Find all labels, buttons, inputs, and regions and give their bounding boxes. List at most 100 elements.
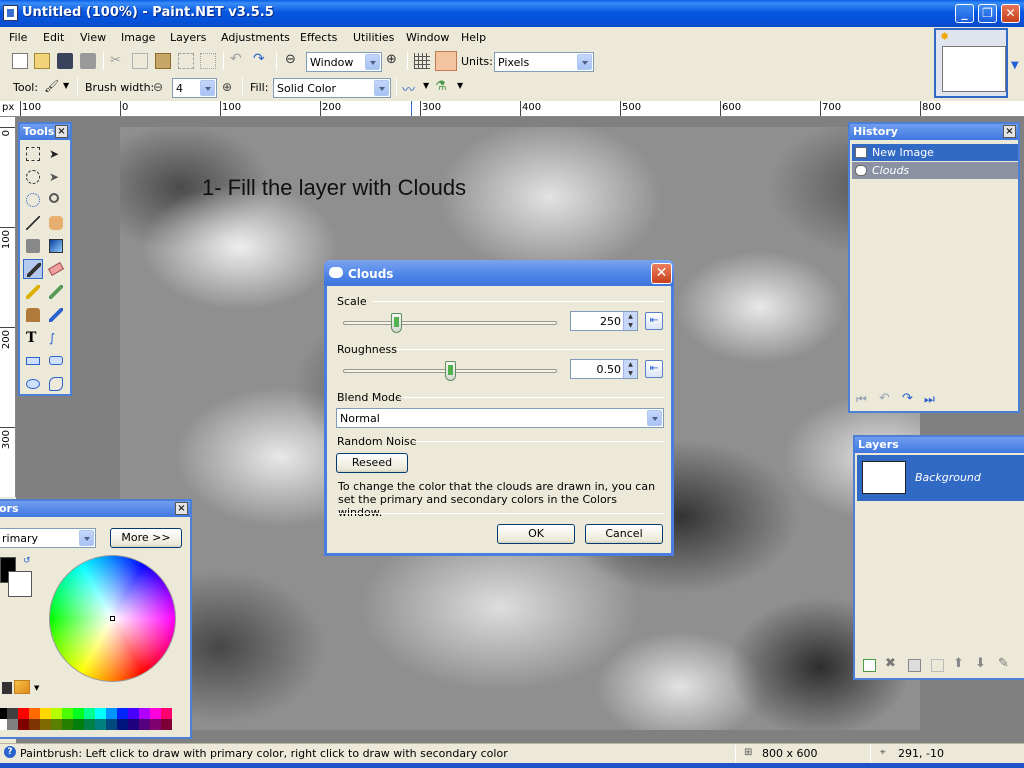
add-layer-icon[interactable] xyxy=(863,659,876,672)
spin-up-icon[interactable]: ▲ xyxy=(623,312,637,321)
menu-effects[interactable]: Effects xyxy=(300,31,337,44)
history-item[interactable]: New Image xyxy=(852,144,1018,161)
menu-image[interactable]: Image xyxy=(121,31,155,44)
spin-down-icon[interactable]: ▼ xyxy=(623,369,637,378)
crop-to-selection-icon[interactable] xyxy=(178,53,194,69)
menu-view[interactable]: View xyxy=(80,31,106,44)
eraser-tool-icon[interactable] xyxy=(46,259,66,279)
move-layer-up-icon[interactable]: ⬆ xyxy=(953,656,964,671)
close-icon[interactable]: × xyxy=(55,125,68,138)
close-icon[interactable]: × xyxy=(175,502,188,515)
menu-edit[interactable]: Edit xyxy=(43,31,64,44)
rectangle-tool-icon[interactable] xyxy=(23,351,43,371)
scale-reset-button[interactable]: ⇤ xyxy=(645,312,663,330)
freeform-shape-tool-icon[interactable] xyxy=(46,374,66,394)
move-selection-tool-icon[interactable]: ➤ xyxy=(46,167,66,187)
menu-help[interactable]: Help xyxy=(461,31,486,44)
rectangle-select-tool-icon[interactable] xyxy=(23,144,43,164)
line-curve-tool-icon[interactable]: ∫ xyxy=(46,328,66,348)
ellipse-select-tool-icon[interactable] xyxy=(23,190,43,210)
history-last-icon[interactable]: ⏭ xyxy=(924,392,935,407)
history-item[interactable]: Clouds xyxy=(852,162,1018,179)
deselect-icon[interactable] xyxy=(200,53,216,69)
brush-width-select[interactable]: 4 xyxy=(172,78,217,98)
swap-colors-icon[interactable]: ↺ xyxy=(23,556,31,566)
zoom-out-icon[interactable]: ⊖ xyxy=(285,52,301,68)
reseed-button[interactable]: Reseed xyxy=(336,453,408,473)
menu-adjustments[interactable]: Adjustments xyxy=(221,31,290,44)
tool-dropdown-arrow-icon[interactable]: ▼ xyxy=(63,81,69,90)
scale-input[interactable]: 250 ▲ ▼ xyxy=(570,311,638,331)
close-icon[interactable]: × xyxy=(1003,125,1016,138)
pan-tool-icon[interactable] xyxy=(46,213,66,233)
palette-menu-icon[interactable] xyxy=(2,682,12,694)
layer-row[interactable]: Background xyxy=(857,455,1024,501)
rulers-toggle-icon[interactable] xyxy=(435,51,457,71)
antialiasing-icon[interactable]: 〰 xyxy=(402,79,418,98)
secondary-color-swatch[interactable] xyxy=(8,571,32,597)
move-selected-pixels-tool-icon[interactable]: ➤ xyxy=(46,144,66,164)
lasso-select-tool-icon[interactable] xyxy=(23,167,43,187)
menu-utilities[interactable]: Utilities xyxy=(353,31,394,44)
ellipse-tool-icon[interactable] xyxy=(23,374,43,394)
open-folder-icon[interactable] xyxy=(34,53,50,69)
minimize-button[interactable]: _ xyxy=(955,4,974,23)
history-redo-icon[interactable]: ↷ xyxy=(902,391,913,406)
alpha-blending-dropdown-icon[interactable]: ▼ xyxy=(457,81,463,90)
spin-down-icon[interactable]: ▼ xyxy=(623,321,637,330)
cancel-button[interactable]: Cancel xyxy=(585,524,663,544)
increase-width-icon[interactable]: ⊕ xyxy=(222,80,238,96)
spin-up-icon[interactable]: ▲ xyxy=(623,360,637,369)
image-thumbnail-tab[interactable]: ✸ xyxy=(934,28,1008,98)
pencil-tool-icon[interactable] xyxy=(23,282,43,302)
merge-layer-down-icon[interactable] xyxy=(931,659,944,672)
alpha-blending-icon[interactable]: ⚗ xyxy=(435,79,451,95)
roughness-reset-button[interactable]: ⇤ xyxy=(645,360,663,378)
decrease-width-icon[interactable]: ⊖ xyxy=(153,80,169,96)
clouds-dialog-titlebar[interactable]: Clouds ✕ xyxy=(324,260,674,286)
clone-stamp-tool-icon[interactable] xyxy=(23,305,43,325)
magic-wand-tool-icon[interactable] xyxy=(23,213,43,233)
color-mode-select[interactable]: rimary xyxy=(0,528,96,548)
redo-icon[interactable]: ↷ xyxy=(253,51,269,67)
history-undo-icon[interactable]: ↶ xyxy=(879,391,890,406)
scale-slider-thumb[interactable] xyxy=(391,313,402,333)
more-colors-button[interactable]: More >> xyxy=(110,528,182,548)
zoom-tool-icon[interactable] xyxy=(46,190,66,210)
thumbnail-list-arrow-icon[interactable]: ▼ xyxy=(1011,60,1019,71)
menu-window[interactable]: Window xyxy=(406,31,449,44)
new-image-icon[interactable] xyxy=(12,53,28,69)
zoom-select[interactable]: Window xyxy=(306,52,382,72)
units-select[interactable]: Pixels xyxy=(494,52,594,72)
menu-layers[interactable]: Layers xyxy=(170,31,206,44)
restore-button[interactable]: ❐ xyxy=(978,4,997,23)
close-button[interactable]: ✕ xyxy=(1001,4,1020,23)
delete-layer-icon[interactable]: ✖ xyxy=(885,656,896,671)
palette-dropdown-icon[interactable]: ▼ xyxy=(34,684,39,692)
save-icon[interactable] xyxy=(57,53,73,69)
cut-icon[interactable]: ✂ xyxy=(110,53,126,69)
zoom-in-icon[interactable]: ⊕ xyxy=(386,52,402,68)
history-first-icon[interactable]: ⏮ xyxy=(856,392,867,407)
paintbrush-tool-icon[interactable] xyxy=(23,259,43,279)
palette-icon[interactable] xyxy=(14,680,30,694)
color-picker-tool-icon[interactable] xyxy=(46,282,66,302)
paint-net-app-icon[interactable] xyxy=(3,5,18,21)
roughness-slider-thumb[interactable] xyxy=(444,361,456,381)
layer-properties-icon[interactable]: ✎ xyxy=(998,656,1009,671)
dialog-close-button[interactable]: ✕ xyxy=(651,263,672,284)
scale-slider-track[interactable] xyxy=(343,321,557,325)
copy-icon[interactable] xyxy=(132,53,148,69)
antialiasing-dropdown-icon[interactable]: ▼ xyxy=(423,81,429,90)
pixel-grid-icon[interactable] xyxy=(414,53,430,69)
print-icon[interactable] xyxy=(80,53,96,69)
rounded-rectangle-tool-icon[interactable] xyxy=(46,351,66,371)
palette-row-1[interactable] xyxy=(0,708,172,719)
color-wheel[interactable] xyxy=(49,555,176,682)
recolor-tool-icon[interactable] xyxy=(46,305,66,325)
paste-icon[interactable] xyxy=(155,53,171,69)
paint-bucket-tool-icon[interactable] xyxy=(23,236,43,256)
paintbrush-tool-icon[interactable]: 🖌 xyxy=(44,79,60,95)
blend-mode-select[interactable]: Normal xyxy=(336,408,664,428)
ok-button[interactable]: OK xyxy=(497,524,575,544)
